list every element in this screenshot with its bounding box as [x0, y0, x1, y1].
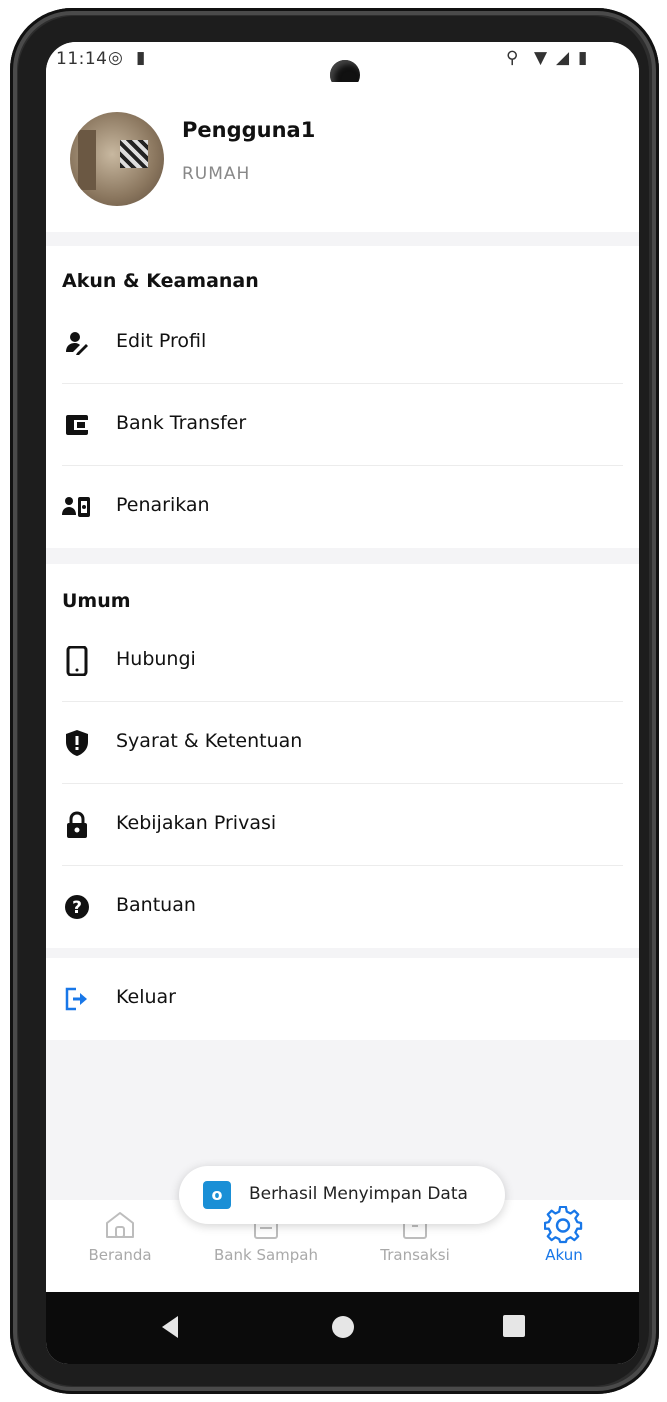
help-icon: ?	[62, 892, 92, 922]
lock-icon	[62, 810, 92, 840]
menu-item-privacy[interactable]: Kebijakan Privasi	[46, 784, 639, 866]
nav-item-beranda[interactable]: Beranda	[80, 1210, 160, 1264]
nav-label: Bank Sampah	[214, 1246, 318, 1264]
back-icon[interactable]	[158, 1314, 182, 1340]
phone-icon	[62, 646, 92, 676]
svg-text:?: ?	[72, 898, 82, 918]
signal-icon: ◢	[556, 48, 570, 68]
withdrawal-icon	[62, 492, 92, 522]
battery-icon: ▮	[578, 48, 588, 68]
menu-item-label: Edit Profil	[116, 330, 207, 352]
wifi-icon: ▼	[534, 48, 548, 68]
menu-item-withdrawal[interactable]: Penarikan	[46, 466, 639, 548]
profile-name: Pengguna1	[182, 118, 316, 142]
home-button-icon[interactable]	[330, 1314, 356, 1340]
avatar[interactable]	[70, 112, 164, 206]
location-icon: ⚲	[506, 48, 519, 68]
nav-label: Transaksi	[380, 1246, 450, 1264]
section-title-account: Akun & Keamanan	[62, 270, 259, 292]
status-time: 11:14	[56, 49, 108, 69]
menu-item-bank-transfer[interactable]: Bank Transfer	[46, 384, 639, 466]
nav-item-akun[interactable]: Akun	[524, 1205, 604, 1264]
sd-card-icon: ▮	[136, 48, 146, 68]
section-title-general: Umum	[62, 590, 131, 612]
gear-icon	[543, 1205, 583, 1244]
app-icon: o	[203, 1181, 231, 1209]
profile-header[interactable]: Pengguna1 RUMAH	[46, 82, 639, 232]
logout-icon	[62, 984, 92, 1014]
recents-icon[interactable]	[502, 1314, 526, 1338]
account-security-card: Akun & Keamanan Edit Profil Bank Transfe…	[46, 246, 639, 548]
menu-item-label: Hubungi	[116, 648, 196, 670]
menu-item-label: Bank Transfer	[116, 412, 247, 434]
menu-item-edit-profile[interactable]: Edit Profil	[46, 302, 639, 384]
menu-item-help[interactable]: ? Bantuan	[46, 866, 639, 948]
settings-status-icon: ◎	[108, 48, 123, 68]
logout-button[interactable]: Keluar	[46, 958, 639, 1040]
profile-role: RUMAH	[182, 164, 251, 184]
general-card: Umum Hubungi Syarat & Ketentuan Kebijaka…	[46, 564, 639, 948]
toast-notification: o Berhasil Menyimpan Data	[179, 1166, 505, 1224]
menu-item-label: Bantuan	[116, 894, 196, 916]
logout-label: Keluar	[116, 986, 176, 1008]
menu-item-contact[interactable]: Hubungi	[46, 620, 639, 702]
screen: 11:14 ◎ ▮ ⚲ ▼ ◢ ▮ Pengguna1 RUMAH Akun &…	[46, 42, 639, 1364]
system-navigation-bar	[46, 1292, 639, 1364]
menu-item-label: Penarikan	[116, 494, 210, 516]
home-icon	[106, 1212, 134, 1238]
nav-label: Akun	[545, 1246, 583, 1264]
logout-card: Keluar	[46, 958, 639, 1040]
shield-icon	[62, 728, 92, 758]
menu-item-label: Syarat & Ketentuan	[116, 730, 303, 752]
menu-item-label: Kebijakan Privasi	[116, 812, 277, 834]
menu-item-terms[interactable]: Syarat & Ketentuan	[46, 702, 639, 784]
toast-message: Berhasil Menyimpan Data	[249, 1184, 468, 1204]
nav-label: Beranda	[88, 1246, 152, 1264]
wallet-icon	[62, 410, 92, 440]
user-edit-icon	[62, 328, 92, 358]
